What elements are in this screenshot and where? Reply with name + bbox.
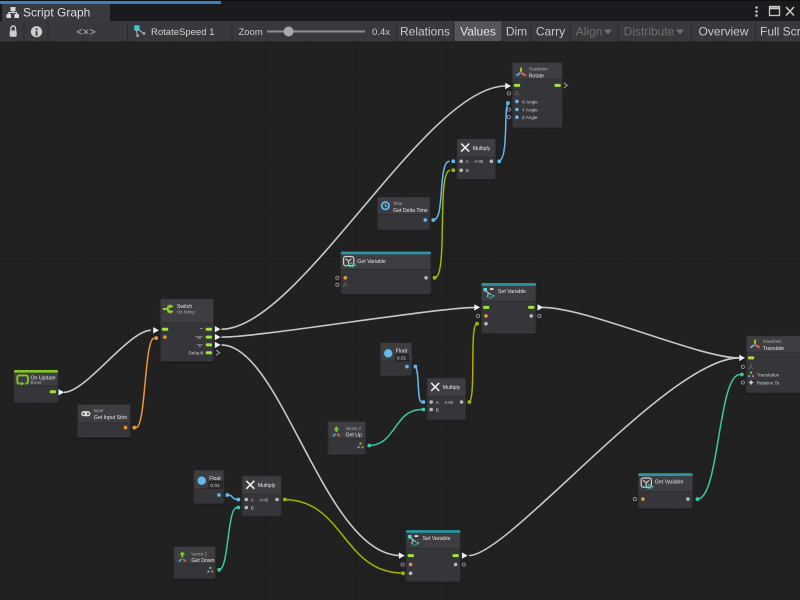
- svg-text:Zoom: Zoom: [239, 27, 263, 38]
- svg-text:B: B: [436, 407, 439, 412]
- svg-text:Get Down: Get Down: [191, 558, 214, 564]
- svg-text:Full Scre: Full Scre: [760, 25, 800, 39]
- svg-text:Multiply: Multiply: [443, 385, 461, 391]
- svg-text:Z Angle: Z Angle: [522, 115, 538, 120]
- svg-text:B: B: [466, 168, 469, 173]
- svg-text:Get Up: Get Up: [346, 433, 363, 439]
- svg-text:Set Variable: Set Variable: [423, 536, 451, 542]
- svg-text:Rotate: Rotate: [529, 74, 544, 80]
- svg-text:"": "": [200, 327, 204, 332]
- svg-text:Script Graph: Script Graph: [23, 6, 90, 20]
- svg-text:<×>: <×>: [76, 27, 95, 39]
- svg-text:Get Delta Time: Get Delta Time: [393, 208, 428, 214]
- svg-text:Get Variable: Get Variable: [357, 259, 386, 265]
- svg-text:Values: Values: [460, 25, 496, 39]
- svg-text:RotateSpeed 1: RotateSpeed 1: [151, 27, 214, 38]
- svg-text:Relations: Relations: [400, 25, 450, 39]
- svg-text:Distribute: Distribute: [624, 25, 675, 39]
- svg-text:0.01: 0.01: [210, 483, 220, 489]
- svg-text:Relative To: Relative To: [757, 380, 780, 385]
- svg-text:B: B: [251, 505, 254, 510]
- svg-text:Multiply: Multiply: [473, 146, 491, 152]
- svg-text:On String: On String: [177, 310, 195, 315]
- svg-text:Dim: Dim: [506, 25, 527, 39]
- svg-text:Event: Event: [31, 380, 43, 385]
- svg-text:Multiply: Multiply: [258, 483, 276, 489]
- svg-text:Time: Time: [393, 201, 403, 206]
- svg-text:A×B: A×B: [444, 400, 453, 405]
- svg-text:0.01: 0.01: [397, 356, 407, 362]
- svg-text:Transform: Transform: [763, 339, 782, 344]
- svg-text:Set Variable: Set Variable: [498, 289, 526, 295]
- svg-text:Input: Input: [94, 408, 104, 413]
- svg-text:Vector 3: Vector 3: [191, 551, 207, 556]
- svg-text:Translate: Translate: [763, 346, 785, 352]
- svg-text:Align: Align: [576, 25, 603, 39]
- svg-text:Get Variable: Get Variable: [655, 479, 684, 485]
- svg-text:Y Angle: Y Angle: [522, 107, 538, 112]
- svg-text:0.4x: 0.4x: [372, 27, 390, 38]
- svg-text:X Angle: X Angle: [522, 99, 538, 104]
- svg-text:Transform: Transform: [529, 66, 548, 71]
- svg-text:A×B: A×B: [474, 159, 483, 164]
- svg-text:"S": "S": [197, 343, 204, 348]
- svg-text:Get Input Strin: Get Input Strin: [94, 415, 128, 421]
- svg-text:Vector 3: Vector 3: [346, 426, 362, 431]
- svg-text:"W": "W": [195, 335, 203, 340]
- svg-text:A×B: A×B: [260, 497, 269, 502]
- svg-text:Overview: Overview: [698, 25, 748, 39]
- svg-text:Carry: Carry: [536, 25, 565, 39]
- svg-text:Default: Default: [188, 351, 203, 356]
- svg-text:Translation: Translation: [757, 372, 780, 377]
